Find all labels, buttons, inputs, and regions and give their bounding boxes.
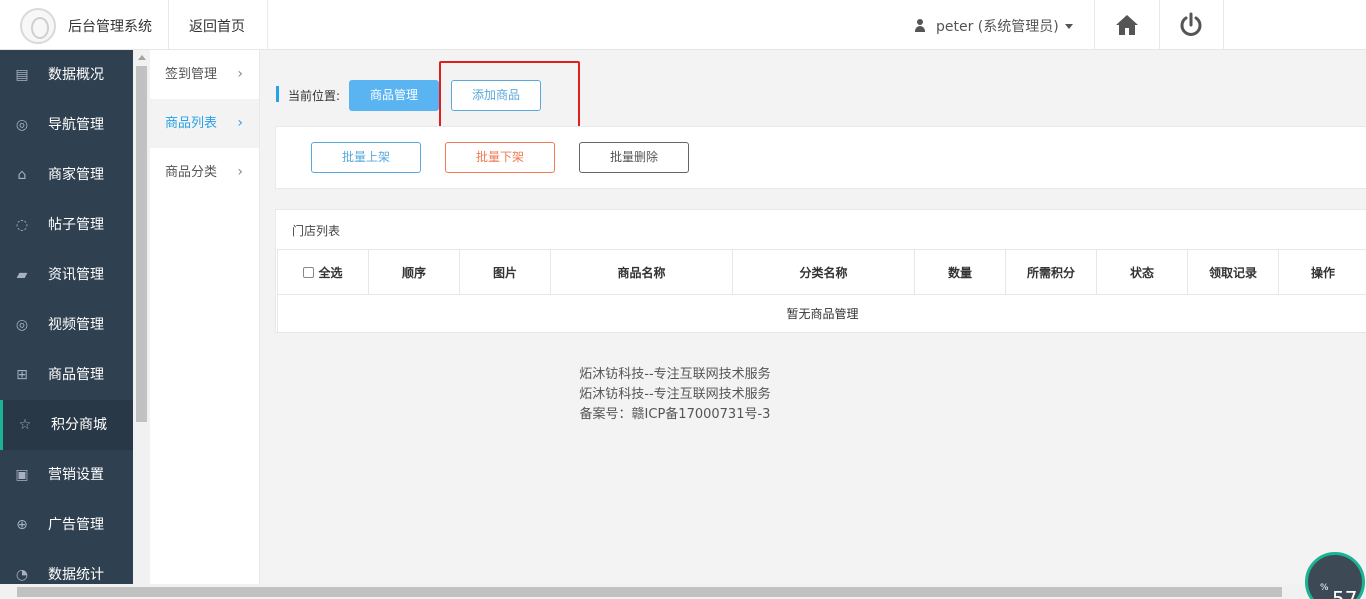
divider [1223,0,1224,50]
chevron-right-icon: › [237,115,243,131]
column-header: 商品名称 [550,249,733,295]
sidebar-item-label: 营销设置 [48,467,104,483]
column-header: 顺序 [368,249,460,295]
comment-icon: ◌ [15,217,29,233]
system-title: 后台管理系统 [68,19,152,35]
column-header: 状态 [1096,249,1188,295]
home-icon[interactable] [1114,12,1140,38]
chevron-right-icon: › [237,66,243,82]
footer-line: 炻沐钫科技--专注互联网技术服务 [579,367,771,382]
user-name: peter (系统管理员) [936,19,1059,35]
sub-menu: 签到管理 › 商品列表 › 商品分类 › [150,50,260,584]
back-home-link[interactable]: 返回首页 [189,16,245,36]
footer-line: 炻沐钫科技--专注互联网技术服务 [579,387,771,402]
chart-icon: ◔ [15,567,29,583]
chevron-right-icon: › [237,164,243,180]
sidebar-item-marketing[interactable]: ▣ 营销设置 [0,450,133,500]
lifebuoy-icon: ⊕ [16,517,28,533]
sidebar-item-points-mall[interactable]: ☆ 积分商城 [0,400,133,450]
sidebar-item-dashboard[interactable]: ▤ 数据概况 [0,50,133,100]
sidebar-item-news[interactable]: ▰ 资讯管理 [0,250,133,300]
select-all-header[interactable]: 全选 [277,249,369,295]
bank-icon: ⌂ [17,167,27,183]
power-icon[interactable] [1178,12,1204,38]
store-list-panel: 门店列表 全选 顺序 图片 商品名称 分类名称 数量 所需积分 状态 领取记录 … [275,209,1366,333]
table-header-row: 全选 顺序 图片 商品名称 分类名称 数量 所需积分 状态 领取记录 操作 [277,249,1366,295]
highlight-box [439,61,580,129]
sidebar-item-videos[interactable]: ◎ 视频管理 [0,300,133,350]
batch-list-button[interactable]: 批量上架 [311,142,421,173]
submenu-item-checkin[interactable]: 签到管理 › [150,50,259,99]
column-header: 领取记录 [1187,249,1279,295]
column-header: 操作 [1278,249,1366,295]
sidebar-scrollbar[interactable] [133,50,150,584]
submenu-item-label: 商品列表 [165,116,218,131]
sidebar-item-label: 商品管理 [48,367,104,383]
batch-toolbar [275,126,1366,189]
column-header: 数量 [914,249,1006,295]
sidebar-item-label: 商家管理 [48,167,104,183]
sidebar-item-products[interactable]: ⊞ 商品管理 [0,350,133,400]
sidebar-item-label: 视频管理 [48,317,104,333]
batch-delist-button[interactable]: 批量下架 [445,142,555,173]
panel-title: 门店列表 [292,224,341,238]
sidebar-item-posts[interactable]: ◌ 帖子管理 [0,200,133,250]
cart-icon: ⊞ [16,367,28,383]
top-header: 后台管理系统 返回首页 peter (系统管理员) [0,0,1366,50]
select-all-label: 全选 [318,265,343,280]
footer-record: 备案号：赣ICP备17000731号-3 [579,407,771,422]
empty-message: 暂无商品管理 [277,294,1366,333]
sidebar-item-label: 数据统计 [48,567,104,583]
sidebar: ▤ 数据概况 ◎ 导航管理 ⌂ 商家管理 ◌ 帖子管理 ▰ 资讯管理 ◎ 视频管… [0,50,133,584]
divider [1094,0,1095,50]
column-header: 所需积分 [1005,249,1097,295]
sidebar-item-label: 帖子管理 [48,217,104,233]
submenu-item-product-list[interactable]: 商品列表 › [150,99,259,148]
batch-delete-button[interactable]: 批量删除 [579,142,689,173]
caret-down-icon [1064,24,1073,29]
sidebar-item-label: 积分商城 [51,417,107,433]
submenu-item-label: 签到管理 [165,67,218,82]
sidebar-item-label: 资讯管理 [48,267,104,283]
column-header: 图片 [459,249,551,295]
submenu-item-label: 商品分类 [165,165,218,180]
sidebar-item-statistics[interactable]: ◔ 数据统计 [0,550,133,584]
user-menu[interactable]: peter (系统管理员) [914,16,1073,36]
sidebar-item-label: 数据概况 [48,67,104,83]
sidebar-item-navigation[interactable]: ◎ 导航管理 [0,100,133,150]
logo [20,8,56,44]
star-icon: ☆ [18,417,32,433]
column-header: 分类名称 [732,249,915,295]
breadcrumb-marker [276,86,279,102]
speed-gauge[interactable]: 57% [1305,552,1365,599]
horizontal-scrollbar[interactable] [0,584,1366,599]
product-table: 全选 顺序 图片 商品名称 分类名称 数量 所需积分 状态 领取记录 操作 暂无… [277,249,1366,333]
user-icon [914,19,926,32]
submenu-item-product-category[interactable]: 商品分类 › [150,148,259,197]
sidebar-item-merchants[interactable]: ⌂ 商家管理 [0,150,133,200]
divider [168,0,169,50]
compass-icon: ◎ [15,317,29,333]
compass-icon: ◎ [15,117,29,133]
sidebar-item-label: 导航管理 [48,117,104,133]
sidebar-item-label: 广告管理 [48,517,104,533]
product-manage-button[interactable]: 商品管理 [349,80,439,111]
divider [1159,0,1160,50]
scrollbar-thumb[interactable] [136,66,147,422]
breadcrumb-label: 当前位置: [288,89,341,103]
gift-icon: ▣ [15,467,29,483]
table-row: 暂无商品管理 [277,294,1366,333]
book-icon: ▰ [16,267,28,283]
gauge-value: 57% [1320,583,1358,599]
select-all-checkbox[interactable] [303,266,315,278]
divider [267,0,268,50]
scroll-up-arrow-icon[interactable] [138,55,146,60]
dashboard-icon: ▤ [15,67,29,83]
sidebar-item-ads[interactable]: ⊕ 广告管理 [0,500,133,550]
scrollbar-thumb[interactable] [17,587,1282,597]
page-footer: 炻沐钫科技--专注互联网技术服务 炻沐钫科技--专注互联网技术服务 备案号：赣I… [540,365,810,425]
